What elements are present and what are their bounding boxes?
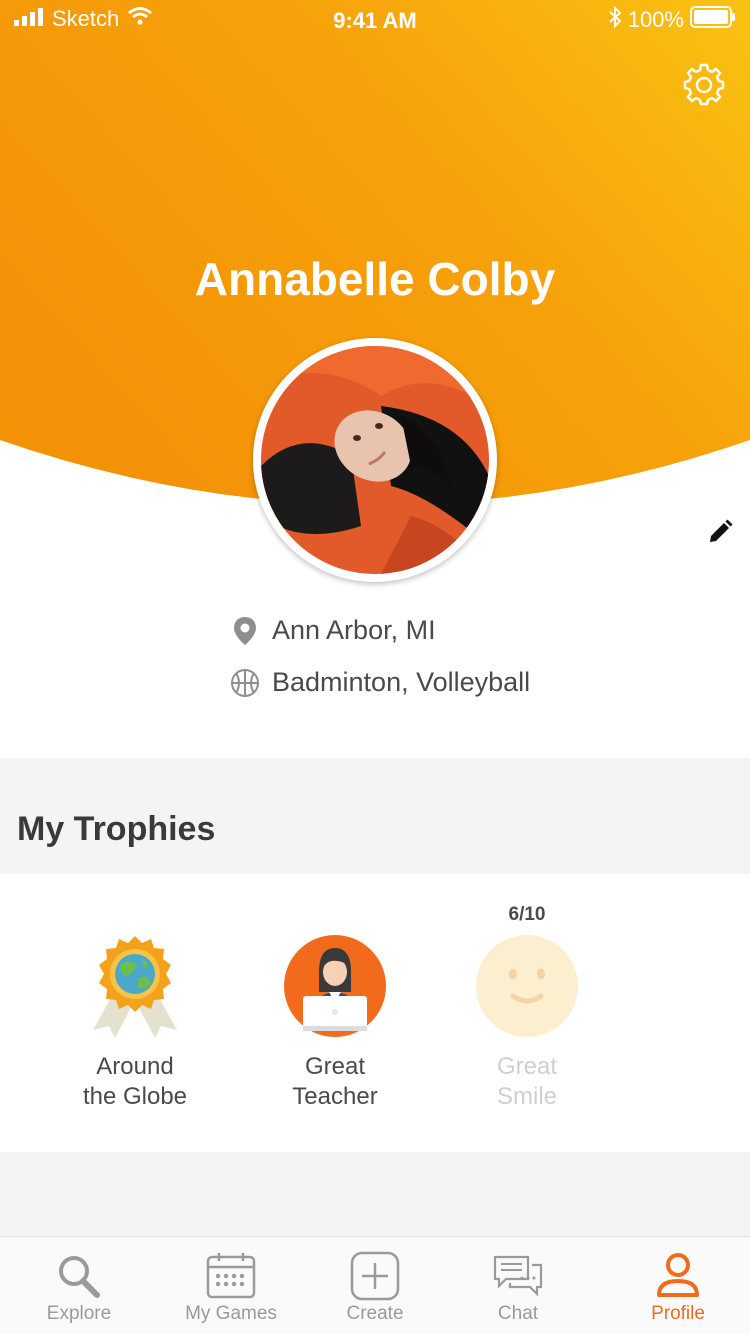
trophy-around-the-globe[interactable]: Around the Globe <box>35 934 235 1112</box>
tab-explore[interactable]: Explore <box>4 1237 154 1334</box>
trophy-progress: 6/10 <box>508 904 546 925</box>
tab-profile[interactable]: Profile <box>603 1237 750 1334</box>
calendar-icon <box>205 1251 257 1301</box>
tab-label: Chat <box>497 1303 539 1324</box>
profile-name: Annabelle Colby <box>194 253 556 305</box>
trophy-great-teacher[interactable]: Great Teacher <box>235 934 435 1112</box>
trophy-label-line2: Smile <box>496 1083 557 1110</box>
edit-profile-button[interactable] <box>706 518 734 546</box>
status-bar: Sketch 9:41 AM 100% <box>0 0 750 40</box>
trophies-title: My Trophies <box>17 810 216 848</box>
tab-label: Explore <box>46 1303 112 1324</box>
search-icon <box>53 1251 105 1301</box>
plus-square-icon <box>349 1251 401 1301</box>
basketball-icon <box>230 668 260 698</box>
tab-bar: Explore My Games Create Chat Profile <box>0 1236 750 1334</box>
user-icon <box>652 1251 704 1301</box>
location-pin-icon <box>230 616 260 646</box>
pencil-icon <box>706 519 734 550</box>
gear-icon <box>682 63 726 111</box>
tab-label: Create <box>346 1303 404 1324</box>
tab-my-games[interactable]: My Games <box>156 1237 306 1334</box>
tab-chat[interactable]: Chat <box>443 1237 593 1334</box>
tab-label: Profile <box>651 1303 705 1324</box>
sports-row: Badminton, Volleyball <box>230 667 530 698</box>
battery-icon <box>690 6 736 34</box>
location-text: Ann Arbor, MI <box>272 615 436 645</box>
avatar[interactable] <box>253 338 497 582</box>
bottom-spacer <box>0 1152 750 1236</box>
trophy-label-line2: the Globe <box>82 1083 188 1110</box>
settings-button[interactable] <box>682 63 726 107</box>
avatar-photo <box>261 346 489 574</box>
tab-create[interactable]: Create <box>300 1237 450 1334</box>
trophy-label-line1: Great <box>304 1053 366 1080</box>
bluetooth-icon <box>608 5 622 34</box>
trophy-label-line1: Great <box>496 1053 558 1080</box>
battery-percent: 100% <box>627 7 684 32</box>
trophy-label-line2: Teacher <box>292 1083 378 1110</box>
globe-medal-icon <box>83 934 187 1038</box>
trophy-label-line1: Around <box>96 1053 174 1080</box>
trophy-great-smile[interactable]: Great Smile <box>427 934 627 1112</box>
sports-text: Badminton, Volleyball <box>272 667 531 697</box>
teacher-icon <box>283 934 387 1038</box>
location-row: Ann Arbor, MI <box>230 615 436 646</box>
smile-icon <box>475 934 579 1038</box>
chat-icon <box>492 1251 544 1301</box>
tab-label: My Games <box>185 1303 277 1324</box>
